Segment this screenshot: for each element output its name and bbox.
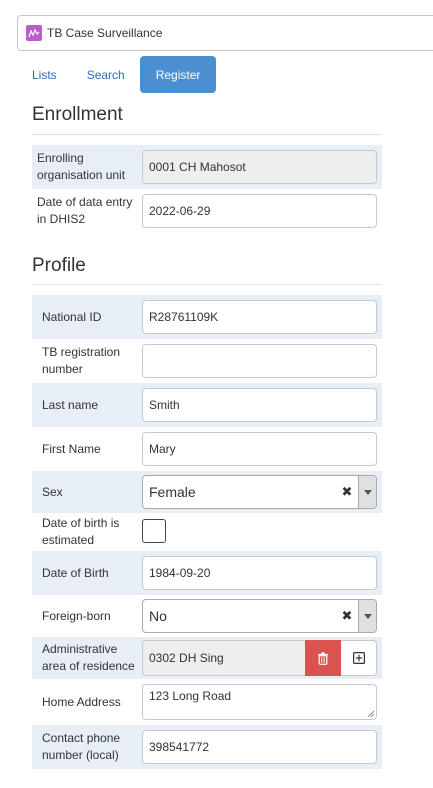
foreign-born-label: Foreign-born: [42, 608, 111, 623]
profile-heading: Profile: [32, 255, 86, 276]
first-name-row: First Name Mary: [32, 427, 382, 471]
program-title: TB Case Surveillance: [47, 26, 163, 40]
enrollment-divider: [32, 134, 382, 135]
last-name-field[interactable]: Smith: [142, 388, 377, 422]
profile-divider: [32, 284, 382, 285]
plus-square-icon: [352, 652, 365, 664]
dob-estimated-label: Date of birth is estimated: [42, 516, 120, 547]
tb-registration-row: TB registration number: [32, 339, 382, 383]
phone-field[interactable]: 398541772: [142, 730, 377, 764]
home-address-field[interactable]: 123 Long Road: [142, 684, 377, 720]
dob-row: Date of Birth 1984-09-20: [32, 551, 382, 595]
dob-estimated-row: Date of birth is estimated: [32, 513, 382, 551]
first-name-field[interactable]: Mary: [142, 432, 377, 466]
tab-search[interactable]: Search: [72, 56, 140, 93]
entry-date-field[interactable]: 2022-06-29: [142, 194, 377, 228]
phone-label: Contact phone number (local): [42, 731, 121, 762]
enrollment-heading: Enrollment: [32, 104, 123, 125]
phone-row: Contact phone number (local) 398541772: [32, 725, 382, 769]
tb-registration-label: TB registration number: [42, 345, 121, 376]
last-name-label: Last name: [42, 397, 99, 412]
program-selector[interactable]: TB Case Surveillance: [17, 15, 433, 51]
delete-button[interactable]: [305, 640, 341, 676]
home-address-row: Home Address 123 Long Road: [32, 679, 382, 725]
sex-value: Female: [149, 484, 196, 500]
chevron-down-icon[interactable]: [358, 600, 376, 632]
entry-date-row: Date of data entry in DHIS2 2022-06-29: [32, 189, 382, 233]
home-address-label: Home Address: [42, 694, 121, 709]
tab-bar: Lists Search Register: [17, 56, 217, 93]
tab-lists[interactable]: Lists: [17, 56, 72, 93]
enrolling-org-unit-row: Enrolling organisation unit 0001 CH Maho…: [32, 145, 382, 189]
sex-row: Sex Female ✖: [32, 471, 382, 513]
dob-estimated-checkbox[interactable]: [142, 519, 166, 543]
national-id-label: National ID: [42, 309, 102, 324]
admin-area-value: 0302 DH Sing: [142, 640, 305, 676]
sex-label: Sex: [42, 484, 63, 499]
dob-field[interactable]: 1984-09-20: [142, 556, 377, 590]
foreign-born-row: Foreign-born No ✖: [32, 595, 382, 637]
chevron-down-icon[interactable]: [358, 476, 376, 508]
entry-date-label: Date of data entry in DHIS2: [37, 195, 133, 226]
program-icon: [26, 25, 42, 41]
trash-icon: [318, 652, 328, 665]
foreign-born-select[interactable]: No ✖: [142, 599, 377, 633]
foreign-born-value: No: [149, 608, 167, 624]
resize-handle-icon[interactable]: [367, 710, 374, 717]
enrolling-org-unit-field: 0001 CH Mahosot: [142, 150, 377, 184]
admin-area-label: Administrative area of residence: [42, 642, 135, 673]
clear-icon[interactable]: ✖: [340, 484, 354, 500]
enrolling-org-unit-label: Enrolling organisation unit: [37, 151, 126, 182]
national-id-field[interactable]: R28761109K: [142, 300, 377, 334]
last-name-row: Last name Smith: [32, 383, 382, 427]
sex-select[interactable]: Female ✖: [142, 475, 377, 509]
tab-register[interactable]: Register: [139, 56, 217, 93]
add-button[interactable]: [341, 640, 377, 676]
clear-icon[interactable]: ✖: [340, 608, 354, 624]
home-address-value: 123 Long Road: [149, 689, 232, 703]
tb-registration-field[interactable]: [142, 344, 377, 378]
dob-label: Date of Birth: [42, 565, 109, 580]
national-id-row: National ID R28761109K: [32, 295, 382, 339]
admin-area-row: Administrative area of residence 0302 DH…: [32, 637, 382, 679]
first-name-label: First Name: [42, 441, 101, 456]
admin-area-field: 0302 DH Sing: [142, 640, 377, 676]
